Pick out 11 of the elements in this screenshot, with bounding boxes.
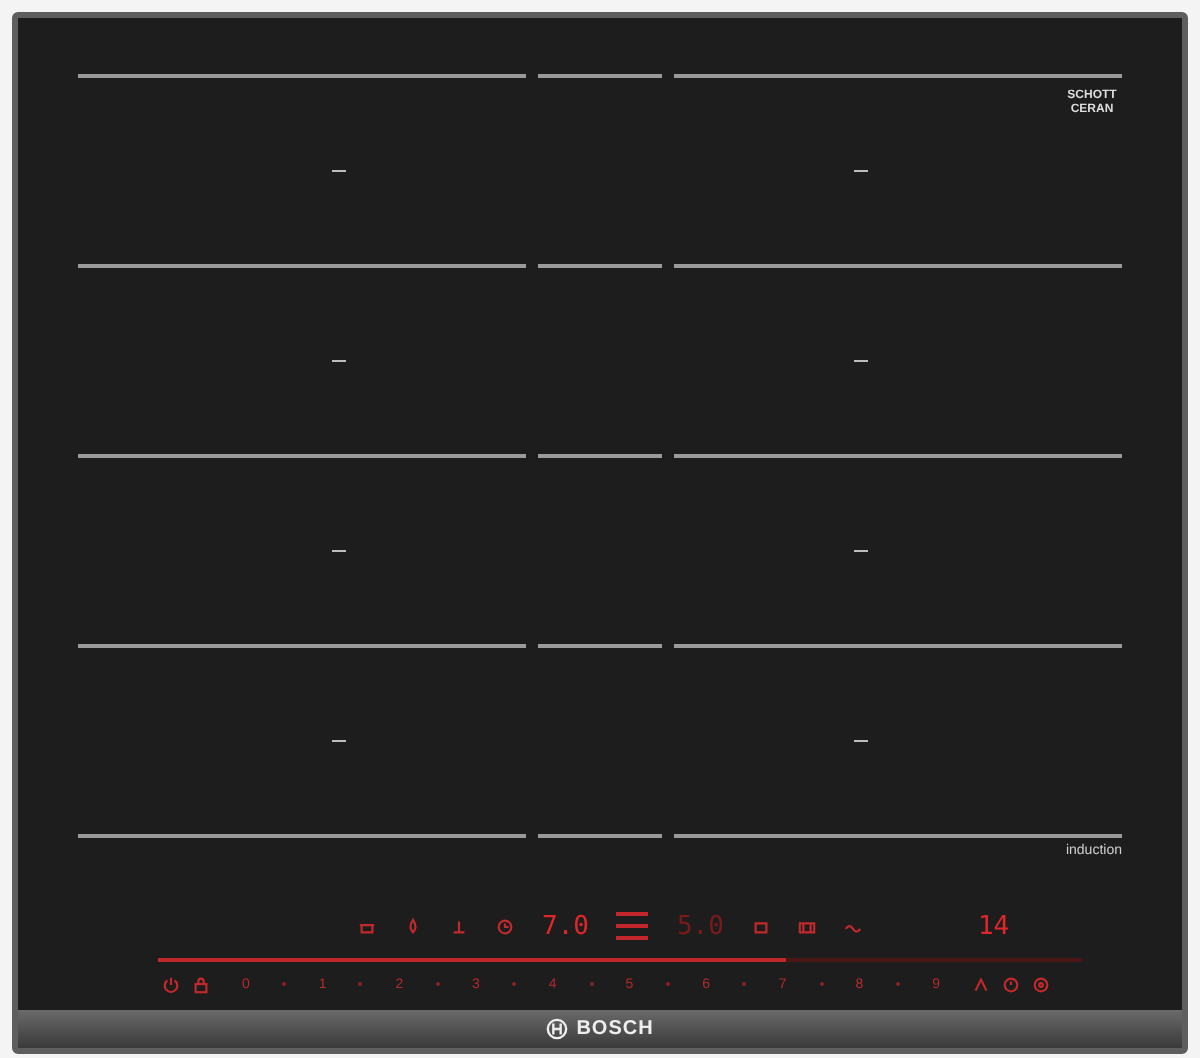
- brand-name: BOSCH: [576, 1018, 654, 1040]
- drop-icon[interactable]: [404, 917, 422, 935]
- grill-icon[interactable]: [797, 917, 816, 935]
- timer-icon[interactable]: [496, 917, 514, 935]
- power-display: 5.0: [676, 911, 724, 941]
- settings-icon[interactable]: [1032, 975, 1050, 993]
- lock-icon[interactable]: [192, 975, 210, 993]
- power-display: 7.0: [542, 911, 589, 941]
- brand-logo-icon: [546, 1018, 569, 1040]
- power-icon[interactable]: [162, 975, 180, 993]
- timer-display: 14: [977, 911, 1010, 941]
